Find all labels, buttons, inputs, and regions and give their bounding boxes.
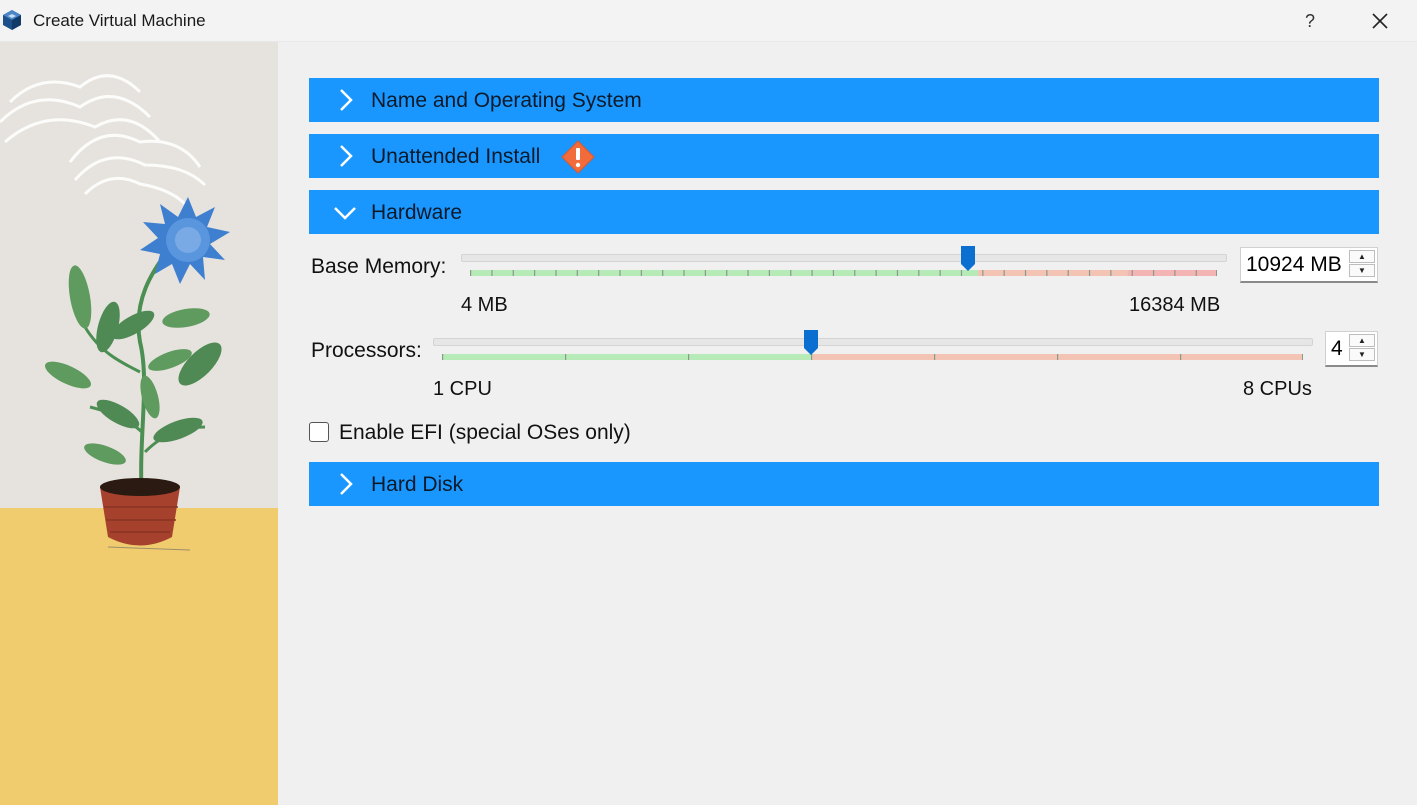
scale-tick xyxy=(662,270,664,276)
scale-recommended-zone xyxy=(470,270,978,276)
scale-tick xyxy=(565,354,567,360)
scale-tick xyxy=(1174,270,1176,276)
scale-tick xyxy=(1046,270,1048,276)
scale-tick xyxy=(442,354,444,360)
chevron-down-icon xyxy=(334,207,356,220)
scale-tick xyxy=(683,270,685,276)
base-memory-max-label: 16384 MB xyxy=(1129,294,1221,316)
scale-tick xyxy=(896,270,899,276)
scale-tick xyxy=(512,270,514,276)
title-bar: Create Virtual Machine ? xyxy=(0,0,1417,42)
scale-danger-zone xyxy=(1127,270,1217,276)
scale-tick xyxy=(1110,270,1112,276)
scale-tick xyxy=(982,270,984,276)
help-button[interactable]: ? xyxy=(1296,7,1324,35)
enable-efi-checkbox[interactable] xyxy=(309,422,329,442)
scale-tick xyxy=(832,270,835,276)
base-memory-slider-track[interactable] xyxy=(461,254,1227,262)
base-memory-increment-button[interactable]: ▲ xyxy=(1349,250,1375,263)
processors-decrement-button[interactable]: ▼ xyxy=(1349,348,1375,361)
scale-tick xyxy=(726,270,728,276)
enable-efi-label[interactable]: Enable EFI (special OSes only) xyxy=(339,421,631,445)
scale-tick xyxy=(555,270,557,276)
chevron-right-icon xyxy=(340,89,353,111)
processors-max-label: 8 CPUs xyxy=(1243,378,1312,400)
scale-tick xyxy=(1302,354,1303,360)
scale-tick xyxy=(1152,270,1155,276)
processors-scale xyxy=(442,354,1303,360)
scale-warning-zone xyxy=(977,270,1128,276)
close-icon[interactable] xyxy=(1366,7,1394,35)
scale-tick xyxy=(1057,354,1059,360)
scale-tick xyxy=(598,270,600,276)
section-hardware-label: Hardware xyxy=(371,201,463,224)
scale-tick xyxy=(470,270,472,276)
scale-tick xyxy=(768,270,770,276)
chevron-right-icon xyxy=(340,473,353,495)
warning-icon xyxy=(561,140,595,174)
processors-value[interactable]: 4 xyxy=(1331,337,1343,361)
scale-tick xyxy=(747,270,749,276)
scale-tick xyxy=(1131,270,1133,276)
base-memory-scale xyxy=(470,270,1217,276)
scale-tick xyxy=(854,270,856,276)
section-name-os-label: Name and Operating System xyxy=(371,89,642,112)
scale-tick xyxy=(576,270,578,276)
wizard-illustration xyxy=(0,42,278,805)
base-memory-min-label: 4 MB xyxy=(461,294,508,316)
section-hardware[interactable]: Hardware xyxy=(309,190,1379,234)
scale-tick xyxy=(534,270,536,276)
scale-tick xyxy=(1180,354,1182,360)
base-memory-slider-thumb[interactable] xyxy=(961,246,975,272)
virtualbox-icon xyxy=(3,10,21,30)
processors-spinbox[interactable]: 4 ▲ ▼ xyxy=(1325,331,1378,367)
scale-tick xyxy=(619,270,621,276)
scale-tick xyxy=(939,270,941,276)
section-hard-disk[interactable]: Hard Disk xyxy=(309,462,1379,506)
processors-min-label: 1 CPU xyxy=(433,378,492,400)
scale-tick xyxy=(704,270,706,276)
scale-recommended-zone xyxy=(442,354,813,360)
scale-tick xyxy=(1216,270,1217,276)
scale-tick xyxy=(875,270,877,276)
scale-tick xyxy=(688,354,690,360)
processors-slider-track[interactable] xyxy=(433,338,1313,346)
scale-tick xyxy=(918,270,920,276)
scale-tick xyxy=(790,270,792,276)
scale-tick xyxy=(811,270,813,276)
scale-tick xyxy=(934,354,936,360)
base-memory-decrement-button[interactable]: ▼ xyxy=(1349,264,1375,277)
processors-slider-thumb[interactable] xyxy=(804,330,818,356)
processors-increment-button[interactable]: ▲ xyxy=(1349,334,1375,347)
scale-tick xyxy=(1024,270,1027,276)
scale-tick xyxy=(1067,270,1069,276)
section-name-os[interactable]: Name and Operating System xyxy=(309,78,1379,122)
section-unattended-label: Unattended Install xyxy=(371,145,541,168)
window-title: Create Virtual Machine xyxy=(33,11,206,30)
base-memory-label: Base Memory: xyxy=(311,255,447,278)
scale-tick xyxy=(1195,270,1197,276)
processors-label: Processors: xyxy=(311,339,422,362)
scale-tick xyxy=(1003,270,1005,276)
scale-tick xyxy=(640,270,642,276)
scale-tick xyxy=(491,270,493,276)
scale-tick xyxy=(1088,270,1091,276)
chevron-right-icon xyxy=(340,145,353,167)
section-hard-disk-label: Hard Disk xyxy=(371,473,464,496)
base-memory-value[interactable]: 10924 MB xyxy=(1246,253,1342,277)
base-memory-spinbox[interactable]: 10924 MB ▲ ▼ xyxy=(1240,247,1378,283)
section-unattended-install[interactable]: Unattended Install xyxy=(309,134,1379,178)
